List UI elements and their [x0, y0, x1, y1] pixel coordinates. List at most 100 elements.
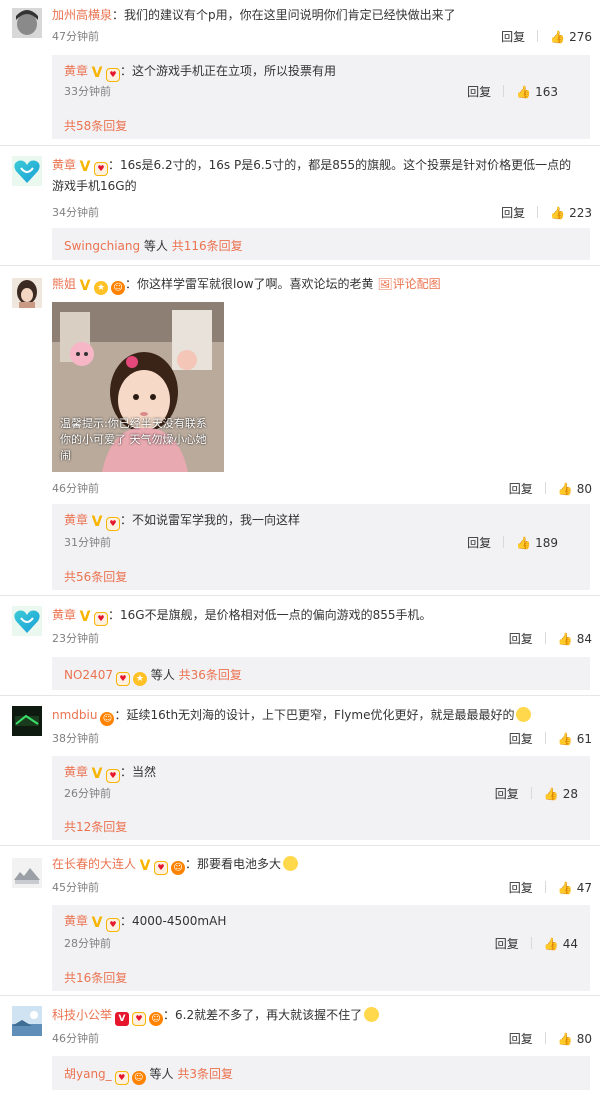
avatar[interactable] — [12, 706, 42, 736]
timestamp: 31分钟前 — [64, 536, 111, 549]
more-replies-link[interactable]: NO2407 ♥ ★ 等人 共36条回复 — [64, 666, 242, 686]
divider — [537, 206, 539, 218]
reply-count[interactable]: 共3条回复 — [177, 1067, 233, 1081]
divider — [537, 30, 539, 42]
reply-button[interactable]: 回复 — [501, 28, 525, 45]
username[interactable]: 熊姐 — [52, 277, 76, 291]
username[interactable]: 黄章 — [52, 158, 76, 172]
username[interactable]: 加州高横泉 — [52, 8, 112, 22]
avatar[interactable] — [12, 156, 42, 186]
divider — [503, 536, 505, 548]
reply-button[interactable]: 回复 — [509, 730, 533, 747]
avatar[interactable] — [12, 606, 42, 636]
reply-user[interactable]: NO2407 — [64, 668, 113, 682]
timestamp: 28分钟前 — [64, 937, 111, 950]
username[interactable]: 黄章 — [64, 765, 88, 779]
reply-box: NO2407 ♥ ★ 等人 共36条回复 — [52, 657, 590, 690]
fan-badge-icon: ♥ — [154, 861, 169, 875]
more-replies-link[interactable]: Swingchiang 等人 共116条回复 — [64, 237, 243, 254]
view-image-link[interactable]: 评论配图 — [393, 277, 441, 291]
like-button[interactable]: 👍 84 — [558, 632, 592, 646]
reply-button[interactable]: 回复 — [501, 204, 525, 221]
avatar[interactable] — [12, 858, 42, 888]
fan-badge-icon: ♥ — [106, 517, 121, 531]
thinking-emoji-icon — [283, 856, 299, 871]
like-button[interactable]: 👍 80 — [558, 1032, 592, 1046]
reply-button[interactable]: 回复 — [467, 534, 491, 551]
comment-text: ：16G不是旗舰，是价格相对低一点的偏向游戏的855手机。 — [108, 608, 432, 622]
gold-badge-icon: ★ — [132, 672, 147, 686]
username[interactable]: 在长春的大连人 — [52, 857, 136, 871]
reply-user[interactable]: Swingchiang — [64, 239, 140, 253]
reply-button[interactable]: 回复 — [509, 1030, 533, 1047]
like-button[interactable]: 👍 163 — [516, 85, 558, 99]
timestamp: 46分钟前 — [52, 1032, 99, 1045]
reply-text: ：4000-4500mAH — [120, 914, 227, 928]
username[interactable]: 黄章 — [64, 513, 88, 527]
reply-button[interactable]: 回复 — [509, 879, 533, 896]
thumbs-up-icon: 👍 — [557, 881, 573, 895]
reply-button[interactable]: 回复 — [509, 630, 533, 647]
thumbs-up-icon: 👍 — [557, 482, 573, 496]
comment-text: ：那要看电池多大 — [185, 857, 282, 871]
fan-badge-icon: ♥ — [115, 672, 130, 686]
timestamp: 45分钟前 — [52, 881, 99, 894]
divider — [544, 1032, 546, 1044]
fan-badge-icon: ♥ — [94, 162, 109, 176]
like-button[interactable]: 👍 189 — [516, 536, 558, 550]
more-replies-link[interactable]: 共16条回复 — [64, 969, 127, 986]
timestamp: 33分钟前 — [64, 85, 111, 98]
username[interactable]: nmdbiu — [52, 708, 97, 722]
reply-user[interactable]: 胡yang_ — [64, 1067, 112, 1081]
comment-text: ：6.2就差不多了，再大就该握不住了 — [163, 1008, 363, 1022]
like-count: 276 — [569, 30, 592, 44]
avatar[interactable] — [12, 1006, 42, 1036]
like-count: 47 — [576, 881, 592, 895]
more-replies-link[interactable]: 共58条回复 — [64, 117, 127, 134]
thumbs-up-icon: 👍 — [557, 732, 573, 746]
like-count: 80 — [576, 1032, 592, 1046]
reply-button[interactable]: 回复 — [509, 480, 533, 497]
reply-text: ：不如说雷军学我的，我一向这样 — [120, 513, 301, 527]
more-replies-link[interactable]: 胡yang_ ♥ ☺ 等人 共3条回复 — [64, 1065, 233, 1085]
username[interactable]: 黄章 — [64, 64, 88, 78]
like-button[interactable]: 👍 61 — [558, 732, 592, 746]
divider — [544, 482, 546, 494]
username[interactable]: 黄章 — [52, 608, 76, 622]
reply-count[interactable]: 共36条回复 — [179, 668, 242, 682]
reply-box: 黄章 V ♥ ：这个游戏手机正在立项，所以投票有用 33分钟前 回复 👍 163 共58条… — [52, 55, 590, 139]
reply-button[interactable]: 回复 — [467, 83, 491, 100]
verified-icon: V — [91, 915, 103, 931]
verified-icon: V — [79, 159, 91, 175]
verified-icon: V — [91, 766, 103, 782]
reply-button[interactable]: 回复 — [495, 785, 519, 802]
like-button[interactable]: 👍 80 — [558, 482, 592, 496]
reply-box: 黄章 V ♥ ：当然 26分钟前 回复 👍 28 共12条回复 — [52, 756, 590, 840]
like-button[interactable]: 👍 44 — [544, 937, 578, 951]
more-replies-link[interactable]: 共12条回复 — [64, 818, 127, 835]
divider — [544, 881, 546, 893]
verified-icon: V — [91, 65, 103, 81]
comment-item: nmdbiu ☺ ：延续16th无刘海的设计，上下巴更窄，Flyme优化更好，就是最… — [0, 696, 600, 845]
divider — [530, 787, 532, 799]
like-button[interactable]: 👍 47 — [558, 881, 592, 895]
username[interactable]: 黄章 — [64, 914, 88, 928]
vip-badge-icon: ☺ — [100, 712, 115, 726]
more-replies-link[interactable]: 共56条回复 — [64, 568, 127, 585]
avatar[interactable] — [12, 8, 42, 38]
avatar[interactable] — [12, 278, 42, 308]
thumbs-up-icon: 👍 — [557, 632, 573, 646]
comment-item: 熊姐 V ★ ☺ ：你这样学雷军就很low了啊。喜欢论坛的老黄 🖼评论配图 温馨提示:你… — [0, 266, 600, 595]
fan-badge-icon: ♥ — [106, 769, 121, 783]
username[interactable]: 科技小公举 — [52, 1008, 112, 1022]
comment-item: 科技小公举 V ♥ ☺ ：6.2就差不多了，再大就该握不住了 46分钟前 回复 👍 80 胡… — [0, 996, 600, 1095]
like-button[interactable]: 👍 223 — [550, 206, 592, 220]
comment-image[interactable]: 温馨提示:你已经半天没有联系你的小可爱了 天气勿燥小心她闹 — [52, 302, 224, 472]
reply-count[interactable]: 共116条回复 — [172, 239, 243, 253]
reply-button[interactable]: 回复 — [495, 935, 519, 952]
like-button[interactable]: 👍 276 — [550, 30, 592, 44]
verified-icon: V — [115, 1012, 130, 1026]
dog-emoji-icon — [364, 1007, 380, 1022]
like-button[interactable]: 👍 28 — [544, 787, 578, 801]
vip-badge-icon: ☺ — [131, 1071, 146, 1085]
